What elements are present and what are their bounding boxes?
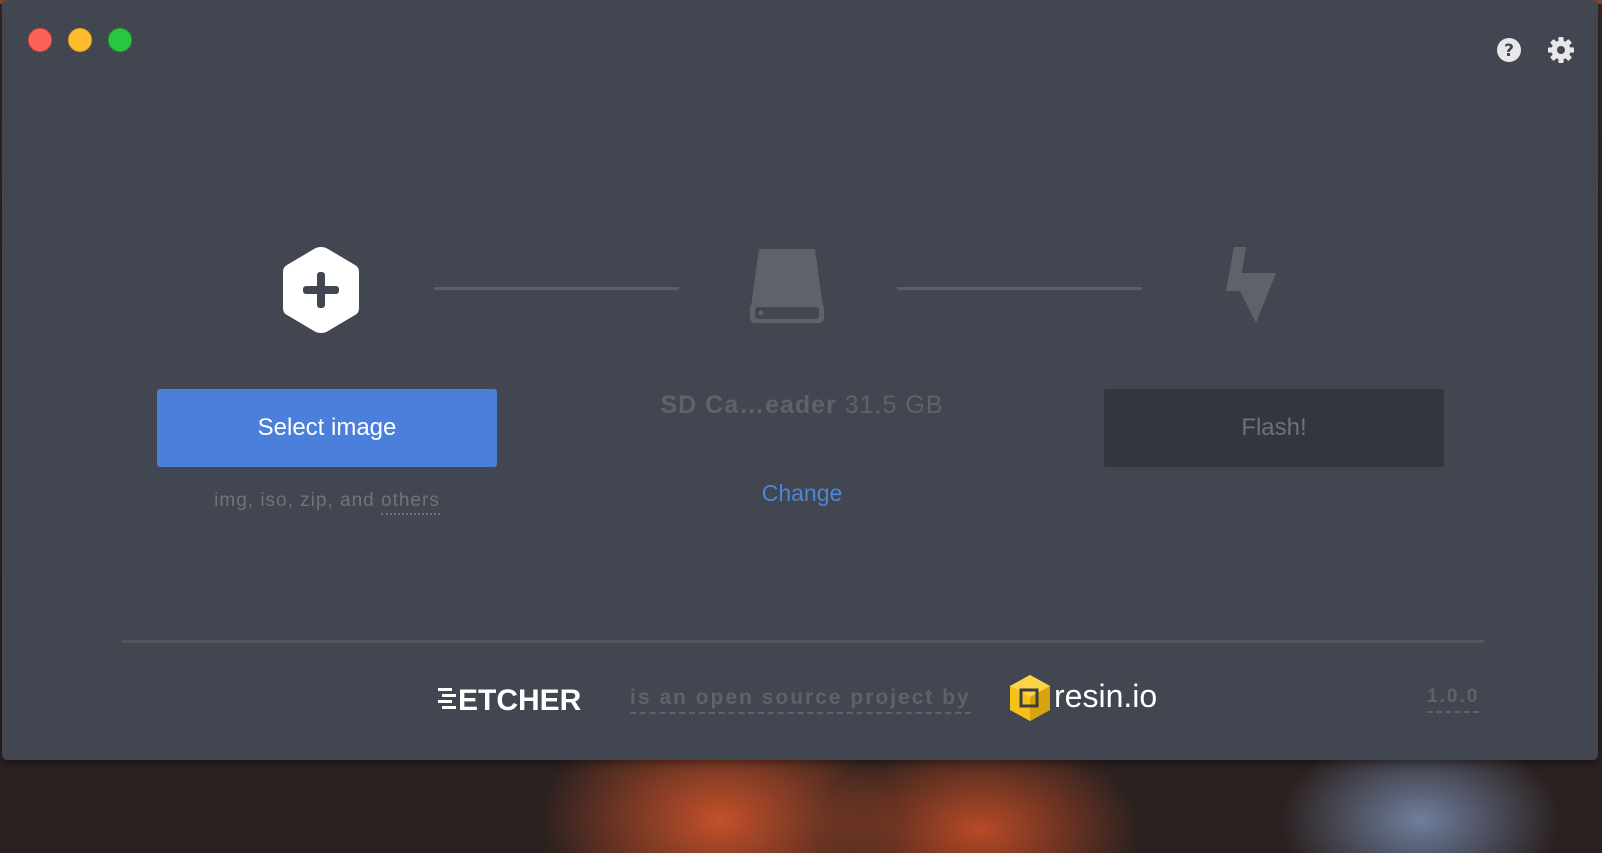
resin-io-brand[interactable]: resin.io [1054,678,1157,715]
window-maximize-button[interactable] [108,28,132,52]
svg-text:?: ? [1504,41,1514,61]
flash-icon [1226,247,1276,323]
window-close-button[interactable] [28,28,52,52]
others-formats-link[interactable]: others [381,490,440,515]
drive-name: SD Ca…eader [660,391,837,419]
add-image-icon[interactable] [281,245,361,335]
gear-icon[interactable] [1547,36,1575,64]
tagline-text[interactable]: is an open source project by [630,686,971,714]
etcher-window: ? Select image img, iso, zip, and others [2,0,1598,760]
drive-size: 31.5 GB [844,391,944,419]
flash-button[interactable]: Flash! [1104,389,1444,467]
supported-formats-hint: img, iso, zip, and others [157,490,497,515]
open-source-tagline[interactable]: is an open source project by [630,686,971,714]
etcher-speed-lines-icon: ETCHER [438,684,582,717]
drive-icon [750,249,824,323]
step-connector [434,287,679,290]
step-connector [897,287,1142,290]
help-icon[interactable]: ? [1495,36,1523,64]
formats-text: img, iso, zip, and [214,490,375,511]
selected-drive: SD Ca…eader 31.5 GB [592,391,1012,420]
window-minimize-button[interactable] [68,28,92,52]
version-text[interactable]: 1.0.0 [1427,686,1480,713]
resin-cube-icon[interactable] [1008,673,1052,723]
version-label[interactable]: 1.0.0 [1427,686,1480,713]
etcher-brand-text: ETCHER [458,684,582,713]
footer-divider [122,640,1484,643]
change-drive-link[interactable]: Change [702,480,902,507]
select-image-button[interactable]: Select image [157,389,497,467]
etcher-logo[interactable]: ETCHER [438,683,613,718]
